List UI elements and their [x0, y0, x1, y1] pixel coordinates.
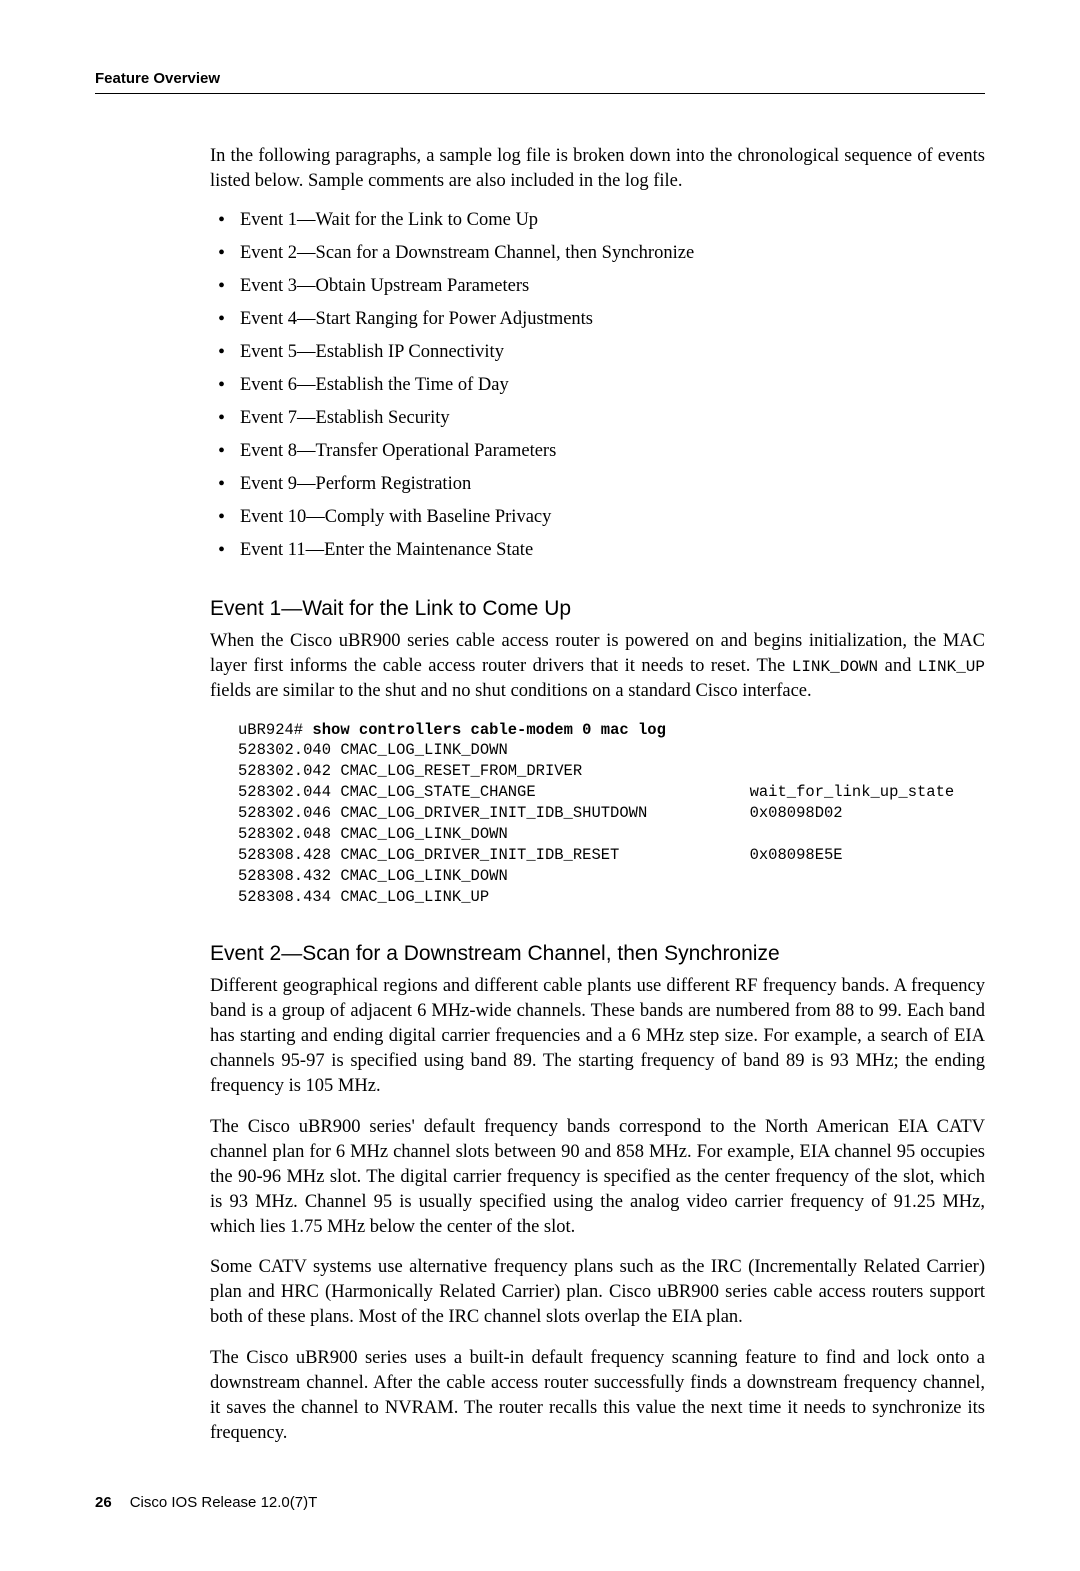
event2-heading: Event 2—Scan for a Downstream Channel, t… — [210, 942, 985, 966]
release-label: Cisco IOS Release 12.0(7)T — [130, 1494, 318, 1511]
content-area: In the following paragraphs, a sample lo… — [210, 144, 985, 1446]
prompt: uBR924# — [238, 721, 312, 739]
list-item: Event 3—Obtain Upstream Parameters — [210, 274, 985, 299]
log-line: 528308.428 CMAC_LOG_DRIVER_INIT_IDB_RESE… — [238, 846, 843, 864]
text-fragment: and — [878, 656, 918, 676]
inline-code: LINK_DOWN — [792, 658, 878, 676]
event2-paragraph-4: The Cisco uBR900 series uses a built-in … — [210, 1346, 985, 1446]
intro-paragraph: In the following paragraphs, a sample lo… — [210, 144, 985, 194]
command: show controllers cable-modem 0 mac log — [312, 721, 665, 739]
log-line: 528308.434 CMAC_LOG_LINK_UP — [238, 888, 489, 906]
page-number: 26 — [95, 1494, 112, 1511]
list-item: Event 10—Comply with Baseline Privacy — [210, 505, 985, 530]
list-item: Event 4—Start Ranging for Power Adjustme… — [210, 307, 985, 332]
event1-heading: Event 1—Wait for the Link to Come Up — [210, 597, 985, 621]
log-line: 528302.040 CMAC_LOG_LINK_DOWN — [238, 741, 508, 759]
list-item: Event 5—Establish IP Connectivity — [210, 340, 985, 365]
list-item: Event 1—Wait for the Link to Come Up — [210, 208, 985, 233]
list-item: Event 8—Transfer Operational Parameters — [210, 439, 985, 464]
inline-code: LINK_UP — [918, 658, 985, 676]
text-fragment: fields are similar to the shut and no sh… — [210, 681, 812, 701]
list-item: Event 7—Establish Security — [210, 406, 985, 431]
event1-paragraph: When the Cisco uBR900 series cable acces… — [210, 629, 985, 704]
event1-code-block: uBR924# show controllers cable-modem 0 m… — [238, 720, 985, 908]
log-line: 528302.042 CMAC_LOG_RESET_FROM_DRIVER — [238, 762, 582, 780]
event2-paragraph-1: Different geographical regions and diffe… — [210, 974, 985, 1099]
event2-paragraph-2: The Cisco uBR900 series' default frequen… — [210, 1115, 985, 1240]
page: Feature Overview In the following paragr… — [0, 0, 1080, 1571]
page-footer: 26 Cisco IOS Release 12.0(7)T — [95, 1494, 985, 1511]
list-item: Event 2—Scan for a Downstream Channel, t… — [210, 241, 985, 266]
log-line: 528302.046 CMAC_LOG_DRIVER_INIT_IDB_SHUT… — [238, 804, 843, 822]
list-item: Event 11—Enter the Maintenance State — [210, 538, 985, 563]
event2-paragraph-3: Some CATV systems use alternative freque… — [210, 1255, 985, 1330]
log-line: 528308.432 CMAC_LOG_LINK_DOWN — [238, 867, 508, 885]
events-bullet-list: Event 1—Wait for the Link to Come Up Eve… — [210, 208, 985, 563]
log-line: 528302.048 CMAC_LOG_LINK_DOWN — [238, 825, 508, 843]
list-item: Event 9—Perform Registration — [210, 472, 985, 497]
log-line: 528302.044 CMAC_LOG_STATE_CHANGE wait_fo… — [238, 783, 954, 801]
list-item: Event 6—Establish the Time of Day — [210, 373, 985, 398]
running-header: Feature Overview — [95, 70, 985, 94]
